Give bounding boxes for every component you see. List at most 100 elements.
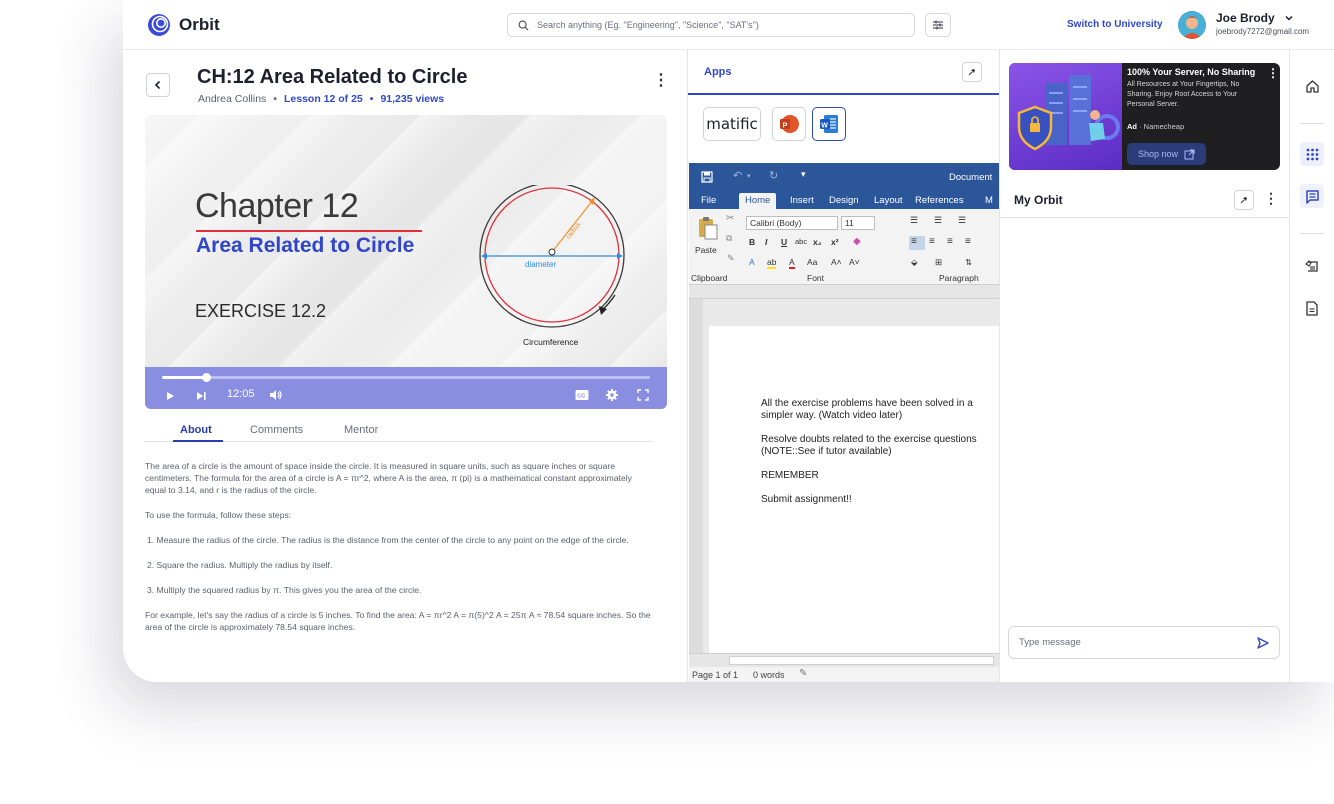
video-time: 12:05 [227,388,255,400]
font-color-icon[interactable]: A [789,257,795,269]
subscript-button[interactable]: x₂ [813,237,822,247]
align-center-icon[interactable]: ≡ [929,236,935,247]
next-icon[interactable] [196,391,207,401]
captions-icon[interactable]: CC [575,389,589,401]
notes-button[interactable] [1300,296,1324,320]
menu-layout[interactable]: Layout [874,195,903,206]
volume-icon[interactable] [269,389,283,401]
menu-insert[interactable]: Insert [790,195,814,206]
message-box[interactable] [1008,626,1280,659]
search-box[interactable] [507,13,915,37]
apps-grid-button[interactable] [1300,142,1324,166]
cut-icon[interactable]: ✂ [726,213,734,224]
menu-file[interactable]: File [701,195,716,206]
clear-format-icon[interactable]: ◆ [853,236,861,247]
menu-references[interactable]: References [915,195,964,206]
menu-home[interactable]: Home [739,193,777,209]
switch-to-university-link[interactable]: Switch to University [1067,19,1163,30]
superscript-button[interactable]: x² [831,237,839,247]
status-words: 0 words [753,670,785,680]
grow-font-icon[interactable]: A˄ [831,257,842,267]
shading-icon[interactable]: ⬙ [911,257,918,268]
sort-icon[interactable]: ⇅ [965,257,972,268]
italic-button[interactable]: I [765,237,767,247]
back-button[interactable] [146,73,170,97]
ad-options-icon[interactable]: ⋮ [1267,66,1279,80]
progress-knob[interactable] [201,373,211,382]
brand-name: Orbit [179,15,220,34]
document-page[interactable]: All the exercise problems have been solv… [709,326,999,653]
save-icon[interactable] [701,171,713,183]
more-options-icon[interactable]: ⋮ [653,70,669,90]
fullscreen-icon[interactable] [637,389,649,401]
tab-about[interactable]: About [180,424,212,436]
about-paragraph: For example, let's say the radius of a c… [145,610,651,632]
user-name[interactable]: Joe Brody [1216,11,1275,25]
word-menu-bar: File Home Insert Design Layout Reference… [689,191,999,209]
author-name[interactable]: Andrea Collins [198,93,266,105]
message-input[interactable] [1019,637,1219,648]
highlight-icon[interactable]: ab [767,257,777,269]
filter-button[interactable] [925,13,951,37]
chat-options-icon[interactable]: ⋮ [1264,190,1278,207]
home-button[interactable] [1300,74,1324,98]
justify-icon[interactable]: ≡ [965,236,971,247]
user-avatar[interactable] [1178,11,1206,39]
align-right-icon[interactable]: ≡ [947,236,953,247]
text-effects-icon[interactable]: A [749,257,755,267]
underline-button[interactable]: U [781,237,787,247]
proofing-icon[interactable]: ✎ [799,668,807,679]
progress-bar[interactable] [162,373,650,382]
assignments-button[interactable] [1300,254,1324,278]
tab-comments[interactable]: Comments [250,424,303,436]
pin-button[interactable] [1234,190,1254,210]
ad-attribution: Ad · Namecheap [1127,122,1185,131]
numbering-icon[interactable]: ☰ [934,215,942,226]
ad-headline: 100% Your Server, No Sharing [1127,67,1256,77]
avatar-image-icon [1178,11,1206,39]
undo-dropdown-icon[interactable]: ▾ [747,172,751,180]
menu-design[interactable]: Design [829,195,859,206]
scrollbar-thumb[interactable] [729,656,994,665]
bold-button[interactable]: B [749,237,755,247]
paste-icon[interactable] [697,215,719,241]
app-matific[interactable]: matific [703,107,761,141]
play-icon[interactable] [165,391,175,401]
font-name-box[interactable]: Calibri (Body) [746,216,838,230]
video-player[interactable]: Chapter 12 Area Related to Circle EXERCI… [145,115,667,409]
dot-separator: • [273,93,277,105]
shrink-font-icon[interactable]: A˅ [849,257,860,267]
align-left-icon: ≡ [911,236,917,247]
paste-label[interactable]: Paste [695,245,717,255]
my-orbit-panel: 100% Your Server, No Sharing ⋮ All Resou… [999,50,1290,682]
search-input[interactable] [537,20,897,30]
bullets-icon[interactable]: ☰ [910,215,918,226]
copy-icon[interactable]: ⧉ [726,233,732,244]
undo-icon[interactable]: ↶ [733,169,742,182]
borders-icon[interactable]: ⊞ [935,257,942,268]
font-size-box[interactable]: 11 [841,216,875,230]
pin-button[interactable] [962,62,982,82]
top-bar: Orbit Switch to University Joe Brody joe… [123,0,1334,50]
document-body[interactable]: All the exercise problems have been solv… [761,398,991,518]
strikethrough-button[interactable]: abc [795,237,807,246]
svg-text:CC: CC [577,394,585,400]
horizontal-scrollbar[interactable] [689,653,999,667]
customize-toolbar-icon[interactable]: ▾ [801,169,806,180]
ad-banner[interactable]: 100% Your Server, No Sharing ⋮ All Resou… [1009,63,1280,170]
redo-icon[interactable]: ↻ [769,169,778,182]
change-case-icon[interactable]: Aa [807,257,817,267]
orbit-logo[interactable]: Orbit [147,13,220,37]
format-painter-icon[interactable]: ✎ [727,253,735,264]
shop-now-button[interactable]: Shop now [1127,143,1206,165]
send-icon[interactable] [1257,636,1269,649]
app-powerpoint[interactable]: P [772,107,806,141]
settings-gear-icon[interactable] [606,389,618,401]
multilevel-list-icon[interactable]: ☰ [958,215,966,226]
word-icon: W [820,115,838,133]
chat-button[interactable] [1300,184,1324,208]
tab-mentor[interactable]: Mentor [344,424,378,436]
app-word[interactable]: W [812,107,846,141]
chevron-down-icon[interactable] [1284,13,1294,23]
menu-more[interactable]: M [985,195,993,206]
